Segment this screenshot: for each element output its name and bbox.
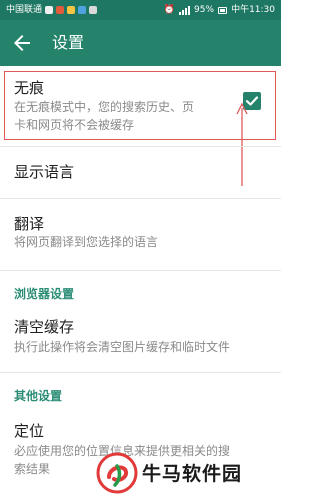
display-language-title: 显示语言	[14, 163, 75, 181]
location-subtitle-line2: 索结果	[14, 462, 51, 476]
section-header-other: 其他设置	[14, 389, 63, 403]
setting-display-language[interactable]: 显示语言	[0, 147, 281, 197]
battery-percent: 95%	[194, 5, 215, 15]
app-bar: 设置	[0, 20, 281, 66]
arrow-back-icon[interactable]	[10, 31, 34, 55]
battery-icon	[218, 6, 228, 14]
translate-title: 翻译	[14, 215, 45, 233]
section-header-browser: 浏览器设置	[14, 287, 75, 301]
signal-icon	[179, 5, 191, 15]
notification-icon	[56, 6, 65, 14]
status-bar-right: ⏰ 95% 中午11:30	[164, 4, 275, 16]
carrier-label: 中国联通	[6, 5, 43, 15]
watermark: 牛马软件园	[96, 444, 281, 500]
divider	[0, 372, 281, 373]
translate-subtitle: 将网页翻译到您选择的语言	[14, 235, 159, 249]
clock: 中午11:30	[231, 5, 275, 15]
notification-icon	[67, 6, 76, 14]
watermark-text: 牛马软件园	[142, 463, 243, 485]
notification-icon	[45, 6, 54, 14]
status-bar: 中国联通 ⏰ 95% 中午11:30	[0, 0, 281, 20]
setting-translate[interactable]: 翻译 将网页翻译到您选择的语言	[0, 199, 281, 265]
divider	[0, 270, 281, 271]
watermark-logo-icon	[96, 452, 138, 494]
setting-clear-cache[interactable]: 清空缓存 执行此操作将会清空图片缓存和临时文件	[0, 306, 281, 372]
clear-cache-title: 清空缓存	[14, 318, 75, 336]
notification-icon	[78, 6, 87, 14]
page-title: 设置	[52, 33, 85, 52]
clear-cache-subtitle: 执行此操作将会清空图片缓存和临时文件	[14, 340, 231, 354]
status-bar-left: 中国联通	[6, 4, 98, 16]
location-title: 定位	[14, 422, 45, 440]
notification-icon	[89, 6, 98, 14]
alarm-icon: ⏰	[163, 5, 176, 15]
